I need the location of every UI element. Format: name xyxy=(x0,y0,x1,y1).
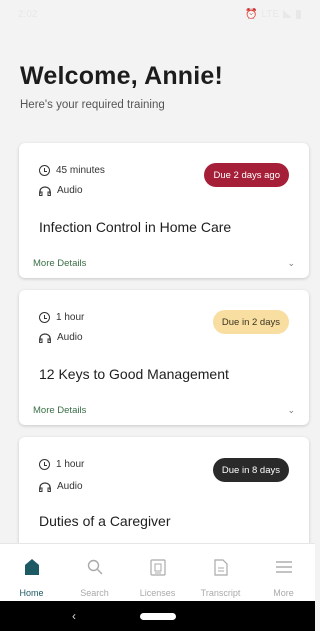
tab-licenses[interactable]: Licenses xyxy=(126,544,189,601)
clock-icon xyxy=(39,459,50,470)
format-label: Audio xyxy=(57,481,83,492)
course-card[interactable]: 45 minutes Audio Due 2 days ago Infectio… xyxy=(19,143,309,278)
course-duration: 45 minutes xyxy=(39,165,105,176)
clock-icon xyxy=(39,165,50,176)
transcript-icon xyxy=(213,558,228,576)
duration-label: 1 hour xyxy=(56,459,85,470)
course-card[interactable]: 1 hour Audio Due in 2 days 12 Keys to Go… xyxy=(19,290,309,425)
back-icon[interactable]: ‹ xyxy=(72,609,76,623)
home-icon xyxy=(24,558,39,576)
tab-transcript[interactable]: Transcript xyxy=(189,544,252,601)
due-badge: Due in 2 days xyxy=(212,310,289,334)
tab-more[interactable]: More xyxy=(252,544,315,601)
chevron-down-icon[interactable]: ⌄ xyxy=(287,405,295,416)
clock-icon xyxy=(39,312,50,323)
menu-icon xyxy=(275,558,292,576)
license-icon xyxy=(149,558,166,576)
course-format: Audio xyxy=(39,185,83,196)
course-title[interactable]: Duties of a Caregiver xyxy=(39,513,171,529)
headphones-icon xyxy=(39,185,51,196)
course-duration: 1 hour xyxy=(39,459,84,470)
tab-search[interactable]: Search xyxy=(63,544,126,601)
course-title[interactable]: 12 Keys to Good Management xyxy=(39,366,229,382)
duration-label: 1 hour xyxy=(56,312,85,323)
more-details-row[interactable]: More Details ⌄ xyxy=(33,258,295,269)
tab-label: More xyxy=(273,588,294,598)
signal-icon xyxy=(283,10,292,18)
status-time: 2:02 xyxy=(18,8,38,20)
status-icons: ⏰ LTE xyxy=(245,9,301,20)
course-format: Audio xyxy=(39,481,83,492)
headphones-icon xyxy=(39,332,51,343)
status-bar: 2:02 ⏰ LTE xyxy=(0,0,315,28)
page-title: Welcome, Annie! xyxy=(20,62,224,90)
course-duration: 1 hour xyxy=(39,312,84,323)
home-gesture-pill[interactable] xyxy=(140,613,176,620)
system-nav-bar: ‹ xyxy=(0,601,315,631)
due-badge: Due 2 days ago xyxy=(204,163,289,187)
network-label: LTE xyxy=(261,8,279,20)
battery-icon xyxy=(296,9,301,19)
more-details-link[interactable]: More Details xyxy=(33,405,86,416)
chevron-down-icon[interactable]: ⌄ xyxy=(287,258,295,269)
format-label: Audio xyxy=(57,185,83,196)
more-details-link[interactable]: More Details xyxy=(33,258,86,269)
headphones-icon xyxy=(39,481,51,492)
tab-label: Transcript xyxy=(200,588,241,598)
page-subtitle: Here's your required training xyxy=(20,99,165,111)
course-format: Audio xyxy=(39,332,83,343)
format-label: Audio xyxy=(57,332,83,343)
tab-label: Search xyxy=(80,588,109,598)
alarm-icon: ⏰ xyxy=(244,8,258,20)
bottom-tab-bar: Home Search Licenses Transcript More xyxy=(0,543,315,601)
tab-home[interactable]: Home xyxy=(0,544,63,601)
search-icon xyxy=(87,558,103,576)
more-details-row[interactable]: More Details ⌄ xyxy=(33,405,295,416)
duration-label: 45 minutes xyxy=(56,165,105,176)
course-card[interactable]: 1 hour Audio Due in 8 days Duties of a C… xyxy=(19,437,309,557)
due-badge: Due in 8 days xyxy=(212,458,289,482)
tab-label: Licenses xyxy=(139,588,176,598)
tab-label: Home xyxy=(19,588,44,598)
course-title[interactable]: Infection Control in Home Care xyxy=(39,219,231,235)
welcome-header: Welcome, Annie! Here's your required tra… xyxy=(20,62,300,111)
